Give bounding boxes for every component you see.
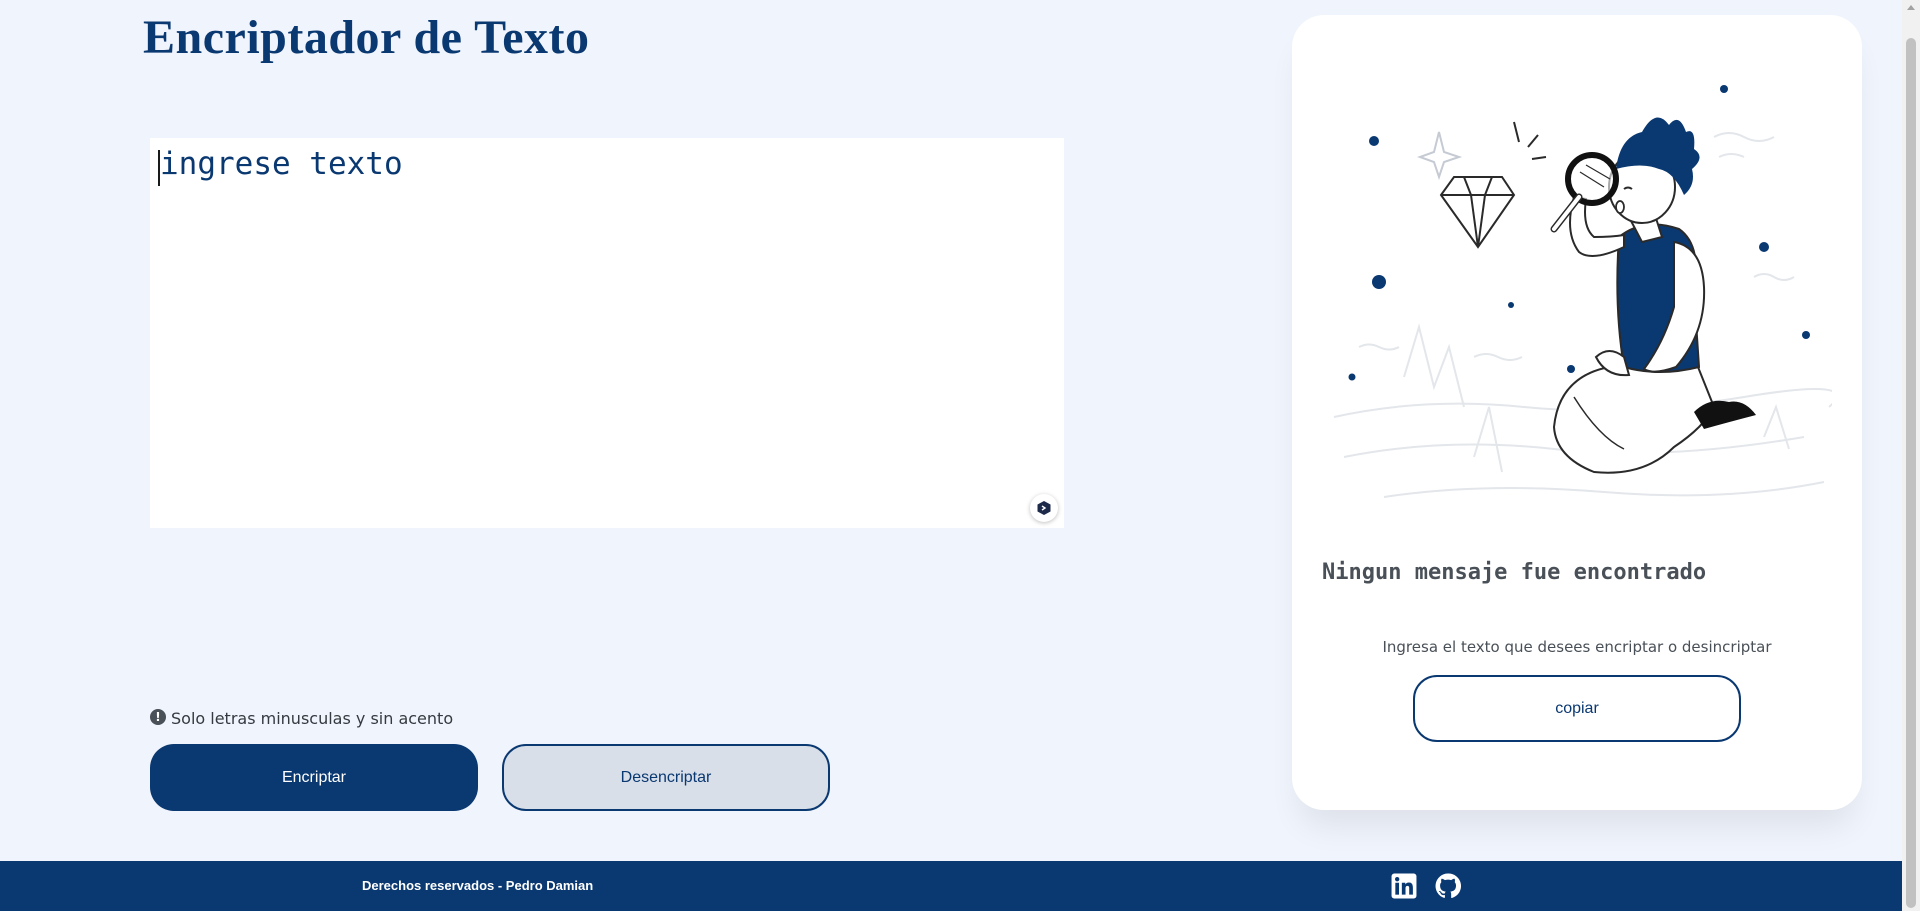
decrypt-button[interactable]: Desencriptar bbox=[502, 744, 830, 811]
github-icon[interactable] bbox=[1435, 873, 1461, 899]
page-scrollbar[interactable] bbox=[1902, 0, 1920, 911]
input-hint-text: Solo letras minusculas y sin acento bbox=[171, 709, 454, 728]
footer-copyright: Derechos reservados - Pedro Damian bbox=[362, 878, 594, 893]
scroll-up-arrow-icon[interactable] bbox=[1907, 5, 1915, 10]
result-panel: Ningun mensaje fue encontrado Ingresa el… bbox=[1292, 15, 1862, 810]
text-input[interactable] bbox=[150, 138, 1064, 528]
person-with-magnifying-glass-illustration bbox=[1333, 85, 1832, 498]
encrypt-button[interactable]: Encriptar bbox=[150, 744, 478, 811]
grammar-extension-icon[interactable] bbox=[1030, 494, 1058, 522]
page-title: Encriptador de Texto bbox=[143, 11, 590, 64]
footer: Derechos reservados - Pedro Damian bbox=[0, 861, 1902, 911]
exclamation-circle-icon: ! bbox=[150, 708, 166, 725]
scrollbar-thumb[interactable] bbox=[1906, 38, 1916, 908]
linkedin-icon[interactable] bbox=[1391, 873, 1417, 899]
copy-button[interactable]: copiar bbox=[1413, 675, 1741, 742]
empty-state-title: Ningun mensaje fue encontrado bbox=[1322, 560, 1707, 585]
text-input-area[interactable] bbox=[150, 138, 1064, 528]
empty-state-subtitle: Ingresa el texto que desees encriptar o … bbox=[1382, 638, 1772, 656]
input-hint: ! Solo letras minusculas y sin acento bbox=[150, 708, 454, 728]
text-cursor bbox=[158, 150, 160, 186]
